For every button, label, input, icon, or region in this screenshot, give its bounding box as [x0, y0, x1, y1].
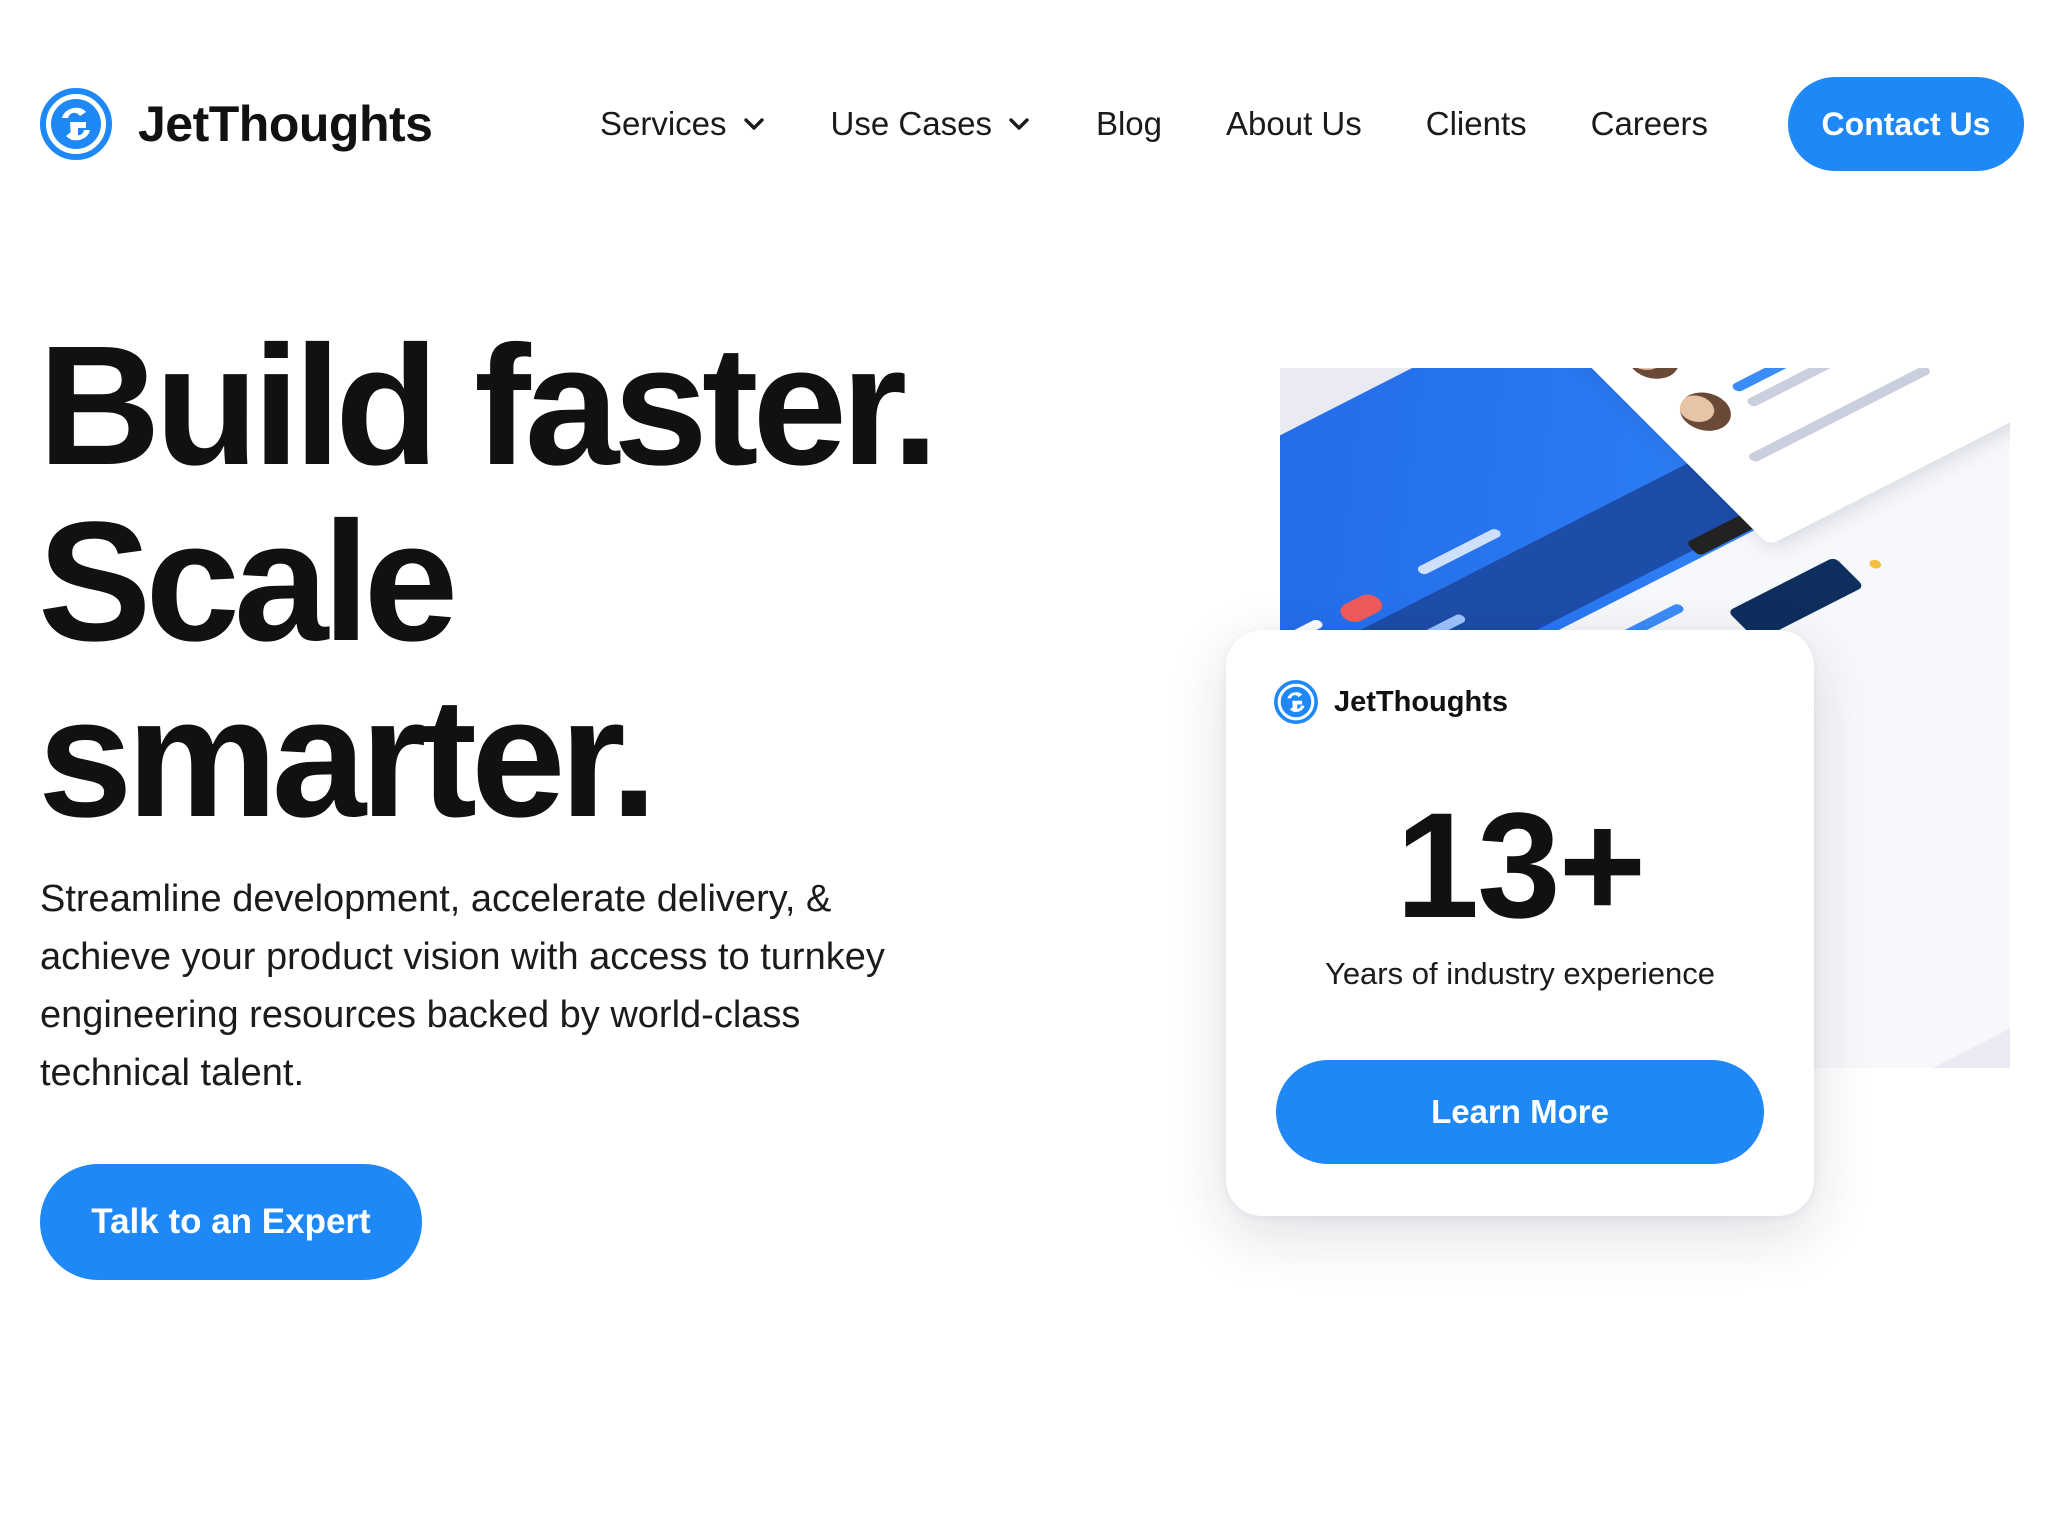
chevron-down-icon: [1009, 118, 1029, 130]
card-brand-name: JetThoughts: [1334, 685, 1508, 718]
nav-item-services[interactable]: Services: [600, 105, 767, 143]
main-nav: Services Use Cases Blog About Us Clients…: [600, 105, 1708, 143]
hero-headline: Build faster. Scale smarter.: [38, 318, 998, 846]
nav-item-about-us[interactable]: About Us: [1226, 105, 1362, 143]
nav-item-blog[interactable]: Blog: [1096, 105, 1162, 143]
brand-name: JetThoughts: [138, 96, 433, 152]
nav-item-use-cases[interactable]: Use Cases: [831, 105, 1032, 143]
learn-more-button[interactable]: Learn More: [1276, 1060, 1764, 1164]
nav-item-label: Services: [600, 105, 727, 142]
headline-line: Scale: [38, 487, 458, 677]
stat-value: 13+: [1395, 781, 1646, 949]
contact-us-button[interactable]: Contact Us: [1788, 77, 2024, 171]
talk-to-expert-button[interactable]: Talk to an Expert: [40, 1164, 422, 1280]
chevron-down-icon: [743, 118, 764, 130]
jetthoughts-logo-icon: [40, 88, 112, 160]
experience-stat-card: JetThoughts 13+ Years of industry experi…: [1226, 630, 1814, 1216]
headline-line: Build faster.: [38, 311, 939, 501]
headline-line: smarter.: [38, 663, 658, 853]
jetthoughts-logo-icon: [1274, 680, 1318, 724]
nav-item-label: Use Cases: [830, 105, 992, 142]
nav-item-careers[interactable]: Careers: [1591, 105, 1708, 143]
nav-item-clients[interactable]: Clients: [1426, 105, 1527, 143]
hero-subtext: Streamline development, accelerate deliv…: [40, 878, 885, 1094]
brand-logo-link[interactable]: JetThoughts: [40, 88, 433, 160]
page: JetThoughts Services Use Cases Blog Abou…: [0, 0, 2048, 1536]
site-header: JetThoughts Services Use Cases Blog Abou…: [40, 76, 2024, 172]
card-brand: JetThoughts: [1274, 680, 1508, 724]
stat-label: Years of industry experience: [1324, 956, 1716, 991]
